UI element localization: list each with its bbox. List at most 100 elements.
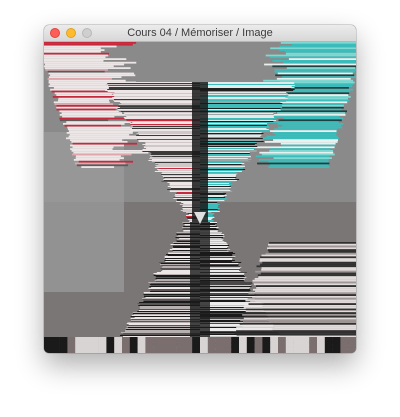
- streak-top-right: [272, 65, 356, 68]
- funnel-upper-left: [136, 133, 200, 134]
- streak-top-right: [283, 117, 344, 120]
- streak-lower-right: [256, 265, 356, 268]
- streak-top-left: [75, 155, 121, 158]
- streak-top-right: [274, 70, 355, 73]
- streak-lower-right: [269, 242, 356, 244]
- funnel-upper-left: [132, 122, 200, 123]
- bottom-fragment: [83, 337, 91, 353]
- sketch-canvas[interactable]: [44, 42, 356, 353]
- funnel-lower-left: [128, 327, 200, 328]
- funnel-upper-right: [200, 128, 267, 129]
- streak-top-left: [72, 153, 132, 156]
- streak-top-left: [44, 45, 117, 48]
- funnel-upper-left: [126, 119, 200, 120]
- streak-lower-right: [247, 297, 356, 300]
- streak-top-right: [282, 76, 356, 78]
- streak-lower-right: [243, 306, 356, 309]
- funnel-upper-right: [200, 133, 264, 134]
- streak-lower-right: [250, 301, 356, 304]
- funnel-upper-right: [200, 148, 255, 149]
- streak-top-right: [274, 69, 356, 71]
- streak-top-right: [279, 101, 348, 104]
- funnel-upper-right: [200, 84, 293, 85]
- streak-top-left: [44, 67, 131, 69]
- funnel-upper-right: [200, 91, 293, 92]
- funnel-lower-left: [123, 333, 200, 334]
- streak-lower-right: [244, 305, 356, 307]
- funnel-lower-left: [121, 332, 200, 333]
- bottom-fragment: [122, 337, 130, 353]
- streak-top-right: [277, 112, 345, 114]
- streak-top-right: [273, 157, 332, 159]
- center-column-upper: [192, 82, 208, 222]
- funnel-lower-left: [128, 324, 200, 325]
- streak-lower-right: [243, 317, 356, 320]
- streak-top-right: [269, 150, 333, 152]
- streak-top-right: [264, 63, 356, 66]
- funnel-upper-left: [145, 145, 200, 146]
- funnel-upper-left: [113, 100, 200, 101]
- streak-top-right: [267, 130, 337, 132]
- funnel-upper-left: [114, 96, 200, 97]
- funnel-upper-left: [105, 90, 200, 91]
- funnel-upper-left: [123, 112, 200, 113]
- funnel-upper-left: [114, 99, 200, 100]
- funnel-upper-left: [111, 95, 200, 96]
- bottom-fragment: [231, 337, 240, 353]
- minimize-window-icon[interactable]: [66, 28, 76, 38]
- bottom-fragment: [309, 337, 318, 353]
- streak-top-left: [70, 139, 123, 141]
- streak-top-left: [81, 166, 115, 168]
- streak-top-right: [289, 85, 353, 87]
- funnel-lower-left: [126, 329, 200, 330]
- funnel-upper-right: [200, 87, 295, 88]
- funnel-upper-left: [145, 142, 200, 143]
- funnel-upper-right: [200, 147, 255, 148]
- funnel-upper-right: [200, 121, 274, 122]
- streak-top-left: [73, 151, 149, 154]
- funnel-upper-right: [200, 146, 258, 147]
- funnel-upper-left: [130, 124, 200, 125]
- streak-top-left: [62, 115, 115, 118]
- streak-lower-right: [244, 315, 356, 318]
- streak-lower-right: [267, 249, 356, 251]
- streak-top-right: [282, 94, 349, 96]
- streak-top-left: [66, 121, 131, 123]
- funnel-upper-left: [136, 137, 200, 138]
- funnel-upper-left: [107, 83, 200, 84]
- funnel-lower-left: [127, 325, 200, 326]
- funnel-upper-left: [120, 111, 200, 112]
- streak-top-right: [271, 110, 347, 113]
- close-window-icon[interactable]: [50, 28, 60, 38]
- funnel-upper-left: [117, 109, 200, 110]
- streak-top-left: [44, 56, 106, 59]
- funnel-upper-right: [200, 142, 257, 143]
- funnel-lower-left: [131, 319, 200, 320]
- streak-top-left: [70, 144, 124, 147]
- streak-top-right: [260, 137, 340, 140]
- funnel-upper-right: [200, 151, 257, 152]
- streak-top-left: [76, 164, 129, 167]
- bottom-fragment: [114, 337, 123, 353]
- funnel-upper-right: [200, 85, 295, 86]
- title-bar[interactable]: Cours 04 / Mémoriser / Image: [44, 25, 356, 42]
- streak-top-left: [56, 108, 116, 111]
- streak-top-left: [44, 49, 105, 51]
- zoom-window-icon[interactable]: [82, 28, 92, 38]
- streak-top-left: [78, 160, 133, 163]
- funnel-lower-left: [132, 312, 200, 313]
- funnel-upper-right: [200, 111, 281, 112]
- funnel-upper-right: [200, 131, 271, 132]
- funnel-upper-right: [200, 124, 268, 125]
- funnel-upper-right: [200, 116, 274, 117]
- streak-lower-right: [245, 299, 356, 302]
- funnel-upper-left: [118, 110, 200, 111]
- streak-top-left: [44, 52, 109, 55]
- streak-top-right: [283, 61, 356, 64]
- streak-lower-right: [242, 314, 356, 316]
- funnel-upper-right: [200, 109, 281, 110]
- streak-top-right: [253, 146, 335, 149]
- funnel-upper-right: [200, 149, 254, 150]
- funnel-upper-right: [200, 105, 283, 106]
- funnel-upper-right: [200, 136, 261, 137]
